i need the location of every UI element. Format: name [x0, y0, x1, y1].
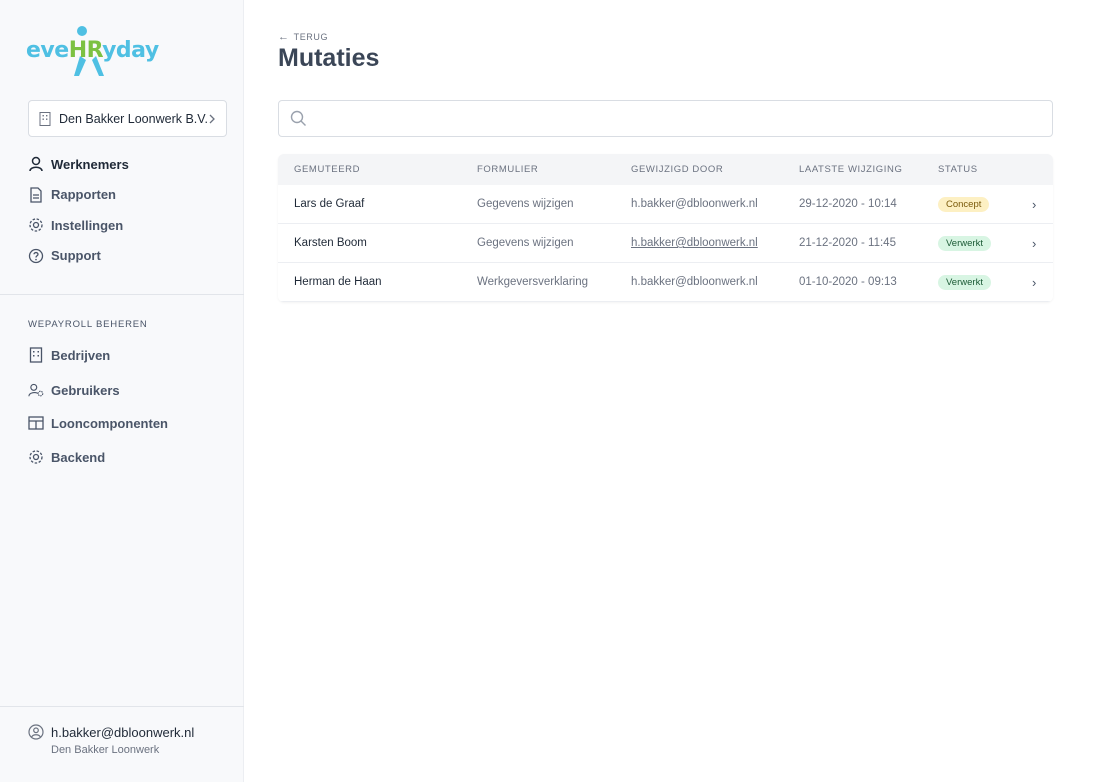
- sidebar-divider: [0, 294, 244, 295]
- sidebar-item-label: Gebruikers: [51, 382, 120, 398]
- search-input[interactable]: [315, 103, 1035, 134]
- table-icon: [28, 416, 44, 430]
- building-icon: [29, 347, 43, 363]
- status-badge: Concept: [938, 196, 990, 212]
- cell-changed-by: h.bakker@dbloonwerk.nl: [631, 198, 758, 210]
- chevron-right-icon[interactable]: ›: [1032, 236, 1036, 251]
- sidebar-item-label: Instellingen: [51, 217, 124, 233]
- cell-changed-by: h.bakker@dbloonwerk.nl: [631, 276, 758, 288]
- cell-name: Lars de Graaf: [294, 198, 365, 210]
- admin-nav: Bedrijven Gebruikers Looncomponenten Bac…: [28, 345, 228, 467]
- status-badge: Verwerkt: [938, 235, 991, 251]
- user-gear-icon: [28, 383, 44, 397]
- sidebar-item-rapporten[interactable]: Rapporten: [28, 185, 228, 205]
- back-link[interactable]: ← TERUG: [278, 31, 328, 43]
- question-icon: [28, 248, 44, 263]
- chevron-right-icon: [209, 114, 215, 123]
- status-badge: Verwerkt: [938, 274, 991, 290]
- back-label: TERUG: [293, 32, 329, 42]
- cell-date: 01-10-2020 - 09:13: [799, 276, 897, 288]
- sidebar-item-instellingen[interactable]: Instellingen: [28, 215, 228, 235]
- everyday-logo[interactable]: eveHRyday: [26, 26, 159, 80]
- main-nav: Werknemers Rapporten Instellingen Suppor…: [28, 154, 228, 276]
- table-row[interactable]: Karsten Boom Gegevens wijzigen h.bakker@…: [278, 224, 1053, 263]
- sidebar-item-label: Looncomponenten: [51, 415, 168, 431]
- page-title: Mutaties: [278, 44, 380, 72]
- sidebar-item-support[interactable]: Support: [28, 246, 228, 266]
- company-select-label: Den Bakker Loonwerk B.V.: [59, 111, 208, 126]
- search-bar[interactable]: [278, 100, 1053, 137]
- sidebar-item-label: Werknemers: [51, 156, 129, 172]
- gear-icon: [29, 218, 43, 232]
- sidebar-divider: [0, 706, 244, 707]
- cell-name: Karsten Boom: [294, 237, 367, 249]
- header-formulier[interactable]: FORMULIER: [477, 164, 538, 175]
- table-header: GEMUTEERD FORMULIER GEWIJZIGD DOOR LAATS…: [278, 154, 1053, 185]
- sidebar-item-label: Support: [51, 248, 101, 263]
- sidebar-item-gebruikers[interactable]: Gebruikers: [28, 380, 228, 400]
- table-row[interactable]: Herman de Haan Werkgeversverklaring h.ba…: [278, 263, 1053, 302]
- table-row[interactable]: Lars de Graaf Gegevens wijzigen h.bakker…: [278, 185, 1053, 224]
- logo-wordmark: eveHRyday: [26, 38, 159, 63]
- sidebar-item-werknemers[interactable]: Werknemers: [28, 154, 228, 174]
- header-status[interactable]: STATUS: [938, 164, 978, 175]
- header-gemuteerd[interactable]: GEMUTEERD: [294, 164, 360, 175]
- sidebar-item-backend[interactable]: Backend: [28, 447, 228, 467]
- cell-changed-by[interactable]: h.bakker@dbloonwerk.nl: [631, 237, 758, 249]
- cell-form: Werkgeversverklaring: [477, 276, 588, 288]
- section-label: WEPAYROLL BEHEREN: [28, 319, 148, 330]
- user-circle-icon: [28, 724, 44, 740]
- cell-date: 21-12-2020 - 11:45: [799, 237, 896, 249]
- arrow-left-icon: ←: [278, 31, 290, 43]
- sidebar-item-label: Rapporten: [51, 187, 116, 202]
- sidebar-item-bedrijven[interactable]: Bedrijven: [28, 345, 228, 365]
- chevron-right-icon[interactable]: ›: [1032, 197, 1036, 212]
- mutaties-table: GEMUTEERD FORMULIER GEWIJZIGD DOOR LAATS…: [278, 154, 1053, 302]
- header-gewijzigd-door[interactable]: GEWIJZIGD DOOR: [631, 164, 723, 175]
- header-laatste-wijziging[interactable]: LAATSTE WIJZIGING: [799, 164, 902, 175]
- cell-form: Gegevens wijzigen: [477, 237, 574, 249]
- user-email: h.bakker@dbloonwerk.nl: [51, 724, 195, 740]
- gear-icon: [29, 450, 43, 464]
- user-profile[interactable]: h.bakker@dbloonwerk.nl Den Bakker Loonwe…: [28, 724, 194, 756]
- sidebar-item-label: Backend: [51, 449, 106, 465]
- sidebar: eveHRyday Den Bakker Loonwerk B.V. Werkn…: [0, 0, 244, 782]
- building-icon: [39, 111, 51, 126]
- cell-date: 29-12-2020 - 10:14: [799, 198, 897, 210]
- search-icon: [290, 110, 306, 126]
- user-company: Den Bakker Loonwerk: [51, 744, 160, 756]
- company-select[interactable]: Den Bakker Loonwerk B.V.: [28, 100, 227, 137]
- chevron-right-icon[interactable]: ›: [1032, 275, 1036, 290]
- cell-form: Gegevens wijzigen: [477, 198, 574, 210]
- sidebar-item-looncomponenten[interactable]: Looncomponenten: [28, 413, 228, 433]
- sidebar-item-label: Bedrijven: [51, 347, 111, 363]
- cell-name: Herman de Haan: [294, 276, 382, 288]
- document-icon: [30, 186, 42, 203]
- user-icon: [29, 156, 43, 172]
